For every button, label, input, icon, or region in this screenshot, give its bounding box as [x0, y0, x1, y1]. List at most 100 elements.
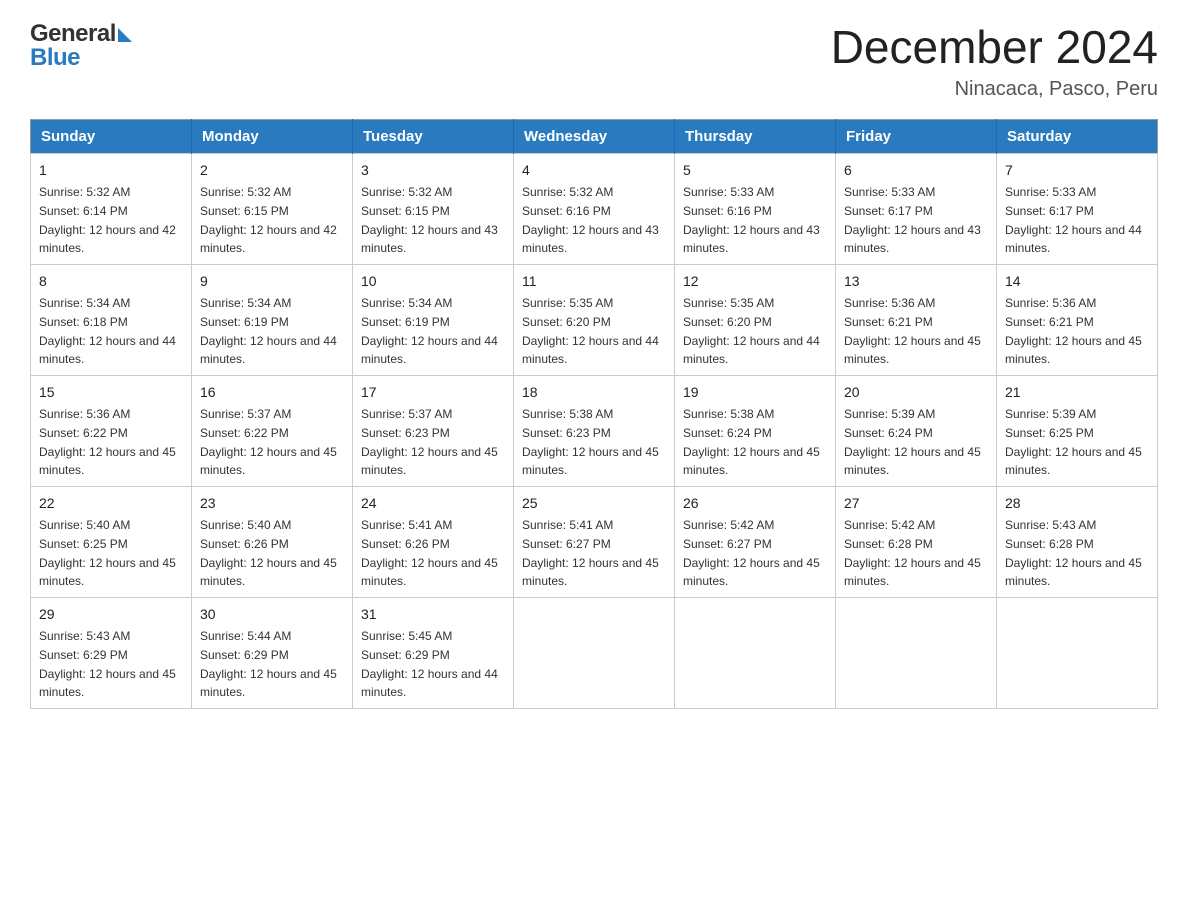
- day-number: 27: [844, 493, 988, 514]
- day-info: Sunrise: 5:41 AMSunset: 6:26 PMDaylight:…: [361, 518, 498, 588]
- day-number: 3: [361, 160, 505, 181]
- calendar-title: December 2024: [831, 20, 1158, 74]
- day-info: Sunrise: 5:40 AMSunset: 6:25 PMDaylight:…: [39, 518, 176, 588]
- day-number: 16: [200, 382, 344, 403]
- day-number: 11: [522, 271, 666, 292]
- header-monday: Monday: [192, 120, 353, 154]
- table-row: 21 Sunrise: 5:39 AMSunset: 6:25 PMDaylig…: [997, 376, 1158, 487]
- calendar-week-row: 15 Sunrise: 5:36 AMSunset: 6:22 PMDaylig…: [31, 376, 1158, 487]
- table-row: 6 Sunrise: 5:33 AMSunset: 6:17 PMDayligh…: [836, 154, 997, 265]
- day-info: Sunrise: 5:35 AMSunset: 6:20 PMDaylight:…: [683, 296, 820, 366]
- table-row: 18 Sunrise: 5:38 AMSunset: 6:23 PMDaylig…: [514, 376, 675, 487]
- table-row: 13 Sunrise: 5:36 AMSunset: 6:21 PMDaylig…: [836, 265, 997, 376]
- table-row: 24 Sunrise: 5:41 AMSunset: 6:26 PMDaylig…: [353, 487, 514, 598]
- day-info: Sunrise: 5:32 AMSunset: 6:14 PMDaylight:…: [39, 185, 176, 255]
- day-info: Sunrise: 5:36 AMSunset: 6:21 PMDaylight:…: [1005, 296, 1142, 366]
- table-row: 11 Sunrise: 5:35 AMSunset: 6:20 PMDaylig…: [514, 265, 675, 376]
- table-row: 7 Sunrise: 5:33 AMSunset: 6:17 PMDayligh…: [997, 154, 1158, 265]
- day-info: Sunrise: 5:32 AMSunset: 6:15 PMDaylight:…: [361, 185, 498, 255]
- day-number: 5: [683, 160, 827, 181]
- day-info: Sunrise: 5:36 AMSunset: 6:21 PMDaylight:…: [844, 296, 981, 366]
- table-row: 31 Sunrise: 5:45 AMSunset: 6:29 PMDaylig…: [353, 598, 514, 709]
- table-row: 17 Sunrise: 5:37 AMSunset: 6:23 PMDaylig…: [353, 376, 514, 487]
- day-info: Sunrise: 5:43 AMSunset: 6:29 PMDaylight:…: [39, 629, 176, 699]
- day-info: Sunrise: 5:41 AMSunset: 6:27 PMDaylight:…: [522, 518, 659, 588]
- table-row: [997, 598, 1158, 709]
- day-info: Sunrise: 5:32 AMSunset: 6:16 PMDaylight:…: [522, 185, 659, 255]
- day-number: 1: [39, 160, 183, 181]
- table-row: [514, 598, 675, 709]
- day-number: 29: [39, 604, 183, 625]
- calendar-table: Sunday Monday Tuesday Wednesday Thursday…: [30, 119, 1158, 709]
- day-number: 31: [361, 604, 505, 625]
- table-row: [675, 598, 836, 709]
- table-row: 30 Sunrise: 5:44 AMSunset: 6:29 PMDaylig…: [192, 598, 353, 709]
- day-info: Sunrise: 5:34 AMSunset: 6:18 PMDaylight:…: [39, 296, 176, 366]
- day-number: 8: [39, 271, 183, 292]
- table-row: 3 Sunrise: 5:32 AMSunset: 6:15 PMDayligh…: [353, 154, 514, 265]
- day-number: 23: [200, 493, 344, 514]
- table-row: 22 Sunrise: 5:40 AMSunset: 6:25 PMDaylig…: [31, 487, 192, 598]
- day-number: 17: [361, 382, 505, 403]
- day-number: 20: [844, 382, 988, 403]
- table-row: 26 Sunrise: 5:42 AMSunset: 6:27 PMDaylig…: [675, 487, 836, 598]
- day-number: 30: [200, 604, 344, 625]
- day-number: 2: [200, 160, 344, 181]
- day-number: 26: [683, 493, 827, 514]
- day-number: 18: [522, 382, 666, 403]
- day-number: 12: [683, 271, 827, 292]
- table-row: 2 Sunrise: 5:32 AMSunset: 6:15 PMDayligh…: [192, 154, 353, 265]
- table-row: 5 Sunrise: 5:33 AMSunset: 6:16 PMDayligh…: [675, 154, 836, 265]
- header-sunday: Sunday: [31, 120, 192, 154]
- calendar-week-row: 22 Sunrise: 5:40 AMSunset: 6:25 PMDaylig…: [31, 487, 1158, 598]
- day-info: Sunrise: 5:33 AMSunset: 6:17 PMDaylight:…: [844, 185, 981, 255]
- header-thursday: Thursday: [675, 120, 836, 154]
- table-row: 8 Sunrise: 5:34 AMSunset: 6:18 PMDayligh…: [31, 265, 192, 376]
- table-row: 29 Sunrise: 5:43 AMSunset: 6:29 PMDaylig…: [31, 598, 192, 709]
- table-row: 19 Sunrise: 5:38 AMSunset: 6:24 PMDaylig…: [675, 376, 836, 487]
- table-row: 20 Sunrise: 5:39 AMSunset: 6:24 PMDaylig…: [836, 376, 997, 487]
- day-info: Sunrise: 5:40 AMSunset: 6:26 PMDaylight:…: [200, 518, 337, 588]
- day-number: 13: [844, 271, 988, 292]
- table-row: 27 Sunrise: 5:42 AMSunset: 6:28 PMDaylig…: [836, 487, 997, 598]
- day-info: Sunrise: 5:38 AMSunset: 6:23 PMDaylight:…: [522, 407, 659, 477]
- table-row: 12 Sunrise: 5:35 AMSunset: 6:20 PMDaylig…: [675, 265, 836, 376]
- day-number: 9: [200, 271, 344, 292]
- day-number: 10: [361, 271, 505, 292]
- day-info: Sunrise: 5:35 AMSunset: 6:20 PMDaylight:…: [522, 296, 659, 366]
- day-info: Sunrise: 5:34 AMSunset: 6:19 PMDaylight:…: [361, 296, 498, 366]
- day-number: 21: [1005, 382, 1149, 403]
- header-saturday: Saturday: [997, 120, 1158, 154]
- header-friday: Friday: [836, 120, 997, 154]
- day-info: Sunrise: 5:45 AMSunset: 6:29 PMDaylight:…: [361, 629, 498, 699]
- table-row: 14 Sunrise: 5:36 AMSunset: 6:21 PMDaylig…: [997, 265, 1158, 376]
- calendar-location: Ninacaca, Pasco, Peru: [831, 78, 1158, 101]
- day-number: 24: [361, 493, 505, 514]
- day-number: 22: [39, 493, 183, 514]
- day-info: Sunrise: 5:43 AMSunset: 6:28 PMDaylight:…: [1005, 518, 1142, 588]
- table-row: 4 Sunrise: 5:32 AMSunset: 6:16 PMDayligh…: [514, 154, 675, 265]
- calendar-week-row: 1 Sunrise: 5:32 AMSunset: 6:14 PMDayligh…: [31, 154, 1158, 265]
- page-header: General Blue December 2024 Ninacaca, Pas…: [30, 20, 1158, 101]
- day-number: 15: [39, 382, 183, 403]
- table-row: 1 Sunrise: 5:32 AMSunset: 6:14 PMDayligh…: [31, 154, 192, 265]
- day-info: Sunrise: 5:33 AMSunset: 6:16 PMDaylight:…: [683, 185, 820, 255]
- day-number: 6: [844, 160, 988, 181]
- day-info: Sunrise: 5:33 AMSunset: 6:17 PMDaylight:…: [1005, 185, 1142, 255]
- table-row: 25 Sunrise: 5:41 AMSunset: 6:27 PMDaylig…: [514, 487, 675, 598]
- day-number: 19: [683, 382, 827, 403]
- table-row: 16 Sunrise: 5:37 AMSunset: 6:22 PMDaylig…: [192, 376, 353, 487]
- day-number: 4: [522, 160, 666, 181]
- day-info: Sunrise: 5:44 AMSunset: 6:29 PMDaylight:…: [200, 629, 337, 699]
- table-row: [836, 598, 997, 709]
- day-info: Sunrise: 5:42 AMSunset: 6:28 PMDaylight:…: [844, 518, 981, 588]
- day-info: Sunrise: 5:38 AMSunset: 6:24 PMDaylight:…: [683, 407, 820, 477]
- day-number: 7: [1005, 160, 1149, 181]
- logo-blue-text: Blue: [30, 44, 80, 72]
- day-info: Sunrise: 5:39 AMSunset: 6:25 PMDaylight:…: [1005, 407, 1142, 477]
- header-tuesday: Tuesday: [353, 120, 514, 154]
- day-info: Sunrise: 5:37 AMSunset: 6:22 PMDaylight:…: [200, 407, 337, 477]
- day-info: Sunrise: 5:42 AMSunset: 6:27 PMDaylight:…: [683, 518, 820, 588]
- day-info: Sunrise: 5:36 AMSunset: 6:22 PMDaylight:…: [39, 407, 176, 477]
- day-number: 28: [1005, 493, 1149, 514]
